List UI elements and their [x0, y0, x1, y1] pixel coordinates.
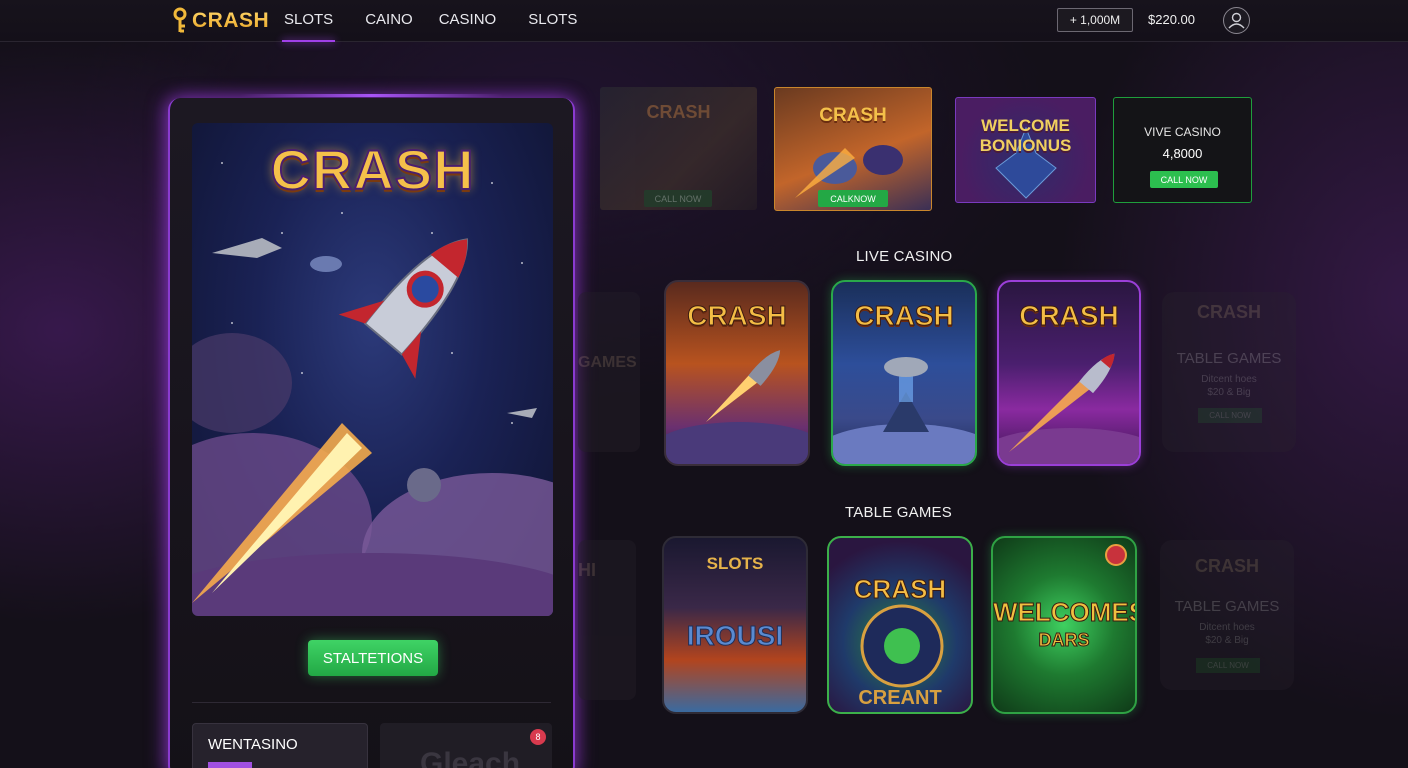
top-bar: CRASH SLOTS CAINO CASINO SLOTS + 1,000M …	[0, 0, 1408, 42]
featured-play-button[interactable]: STALTETIONS	[308, 640, 438, 676]
card-title: CRASH	[853, 574, 947, 605]
promo-button[interactable]: CALL NOW	[1150, 171, 1218, 188]
nav-caino[interactable]: CAINO	[363, 0, 415, 42]
promo-title-line1: WELCOME	[981, 116, 1070, 135]
mini-card-game[interactable]: Gleach 8	[380, 723, 552, 768]
section-title-live-casino: LIVE CASINO	[856, 248, 953, 265]
live-card-ghost[interactable]: CRASH TABLE GAMES Ditcent hoes $20 & Big…	[1162, 292, 1296, 452]
ghost-line: Ditcent hoes	[1201, 374, 1257, 385]
balance-amount: $220.00	[1148, 12, 1195, 27]
deposit-button[interactable]: + 1,000M	[1057, 8, 1133, 32]
promo-title: WELCOME BONIONUS	[956, 116, 1095, 156]
user-icon	[1228, 12, 1245, 29]
mini-card-casino[interactable]: WENTASINO	[192, 723, 368, 768]
card-title: SLOTS	[706, 554, 764, 573]
mini-card-label: WENTASINO	[208, 736, 298, 753]
panel-divider	[192, 702, 551, 703]
ghost-title: CRASH	[1194, 556, 1259, 576]
nav-slots[interactable]: SLOTS	[282, 0, 336, 42]
edge-card-table[interactable]: HI	[578, 540, 636, 700]
table-card-welcomes[interactable]: WELCOMES DARS	[991, 536, 1137, 714]
ghost-line-2: $20 & Big	[1207, 387, 1251, 398]
promo-button[interactable]: CALL NOW	[644, 190, 712, 207]
user-avatar[interactable]	[1223, 7, 1250, 34]
card-subtitle: IROUSI	[686, 620, 784, 652]
promo-card-crash-faded[interactable]: CRASH CALL NOW	[600, 87, 757, 210]
card-title-line1: WELCOMES	[993, 597, 1137, 627]
promo-card-live-casino[interactable]: VIVE CASINO 4,8000 CALL NOW	[1113, 97, 1252, 203]
featured-game-art[interactable]: CRASH	[192, 123, 553, 616]
mini-card-progress	[208, 762, 252, 768]
ghost-title: CRASH	[1196, 302, 1261, 322]
nav-slots-2[interactable]: SLOTS	[526, 0, 579, 42]
live-card-crash-1[interactable]: CRASH	[664, 280, 810, 466]
featured-panel: CRASH STALTETIONS WENTASINO Gleach 8	[168, 94, 575, 768]
logo-text: CRASH	[192, 9, 270, 32]
notification-badge: 8	[530, 729, 546, 745]
hot-badge-icon	[1105, 544, 1127, 566]
promo-button[interactable]: CALKNOW	[818, 190, 888, 207]
ghost-subtitle: TABLE GAMES	[1174, 598, 1280, 615]
ghost-line: Ditcent hoes	[1199, 622, 1255, 633]
card-title: CRASH	[1019, 300, 1120, 332]
edge-card-text: HI	[578, 560, 596, 580]
ghost-button[interactable]: CALL NOW	[1196, 658, 1260, 673]
card-title: CRASH	[687, 300, 788, 332]
main-nav: SLOTS CAINO CASINO SLOTS	[282, 0, 607, 42]
edge-card-text: GAMES	[578, 354, 637, 371]
table-card-ghost[interactable]: CRASH TABLE GAMES Ditcent hoes $20 & Big…	[1160, 540, 1294, 690]
live-card-crash-2[interactable]: CRASH	[831, 280, 977, 466]
promo-title: CRASH	[646, 102, 711, 122]
promo-amount: 4,8000	[1162, 146, 1203, 161]
section-title-table-games: TABLE GAMES	[845, 504, 952, 521]
mini-card-ghost-text: Gleach	[420, 747, 521, 768]
promo-title: VIVE CASINO	[1144, 125, 1221, 139]
ghost-line-2: $20 & Big	[1205, 635, 1249, 646]
table-card-crash-wheel[interactable]: CRASH CREANT	[827, 536, 973, 714]
live-card-crash-3[interactable]: CRASH	[997, 280, 1141, 466]
card-title: WELCOMES DARS	[993, 598, 1135, 654]
featured-game-title: CRASH	[269, 137, 475, 202]
logo-key-icon	[173, 7, 187, 33]
edge-card-live[interactable]: GAMES	[578, 292, 640, 452]
card-subtitle: CREANT	[858, 687, 942, 709]
promo-title-line2: BONIONUS	[979, 136, 1072, 155]
ghost-button[interactable]: CALL NOW	[1198, 408, 1262, 423]
card-title: CRASH	[854, 300, 955, 332]
ghost-subtitle: TABLE GAMES	[1176, 350, 1282, 367]
logo[interactable]: CRASH	[172, 4, 269, 38]
promo-card-welcome-bonus[interactable]: WELCOME BONIONUS	[955, 97, 1096, 203]
card-title-line2: DARS	[1038, 630, 1090, 651]
table-card-slots[interactable]: SLOTS IROUSI	[662, 536, 808, 714]
nav-casino[interactable]: CASINO	[437, 0, 499, 42]
promo-card-crash[interactable]: CRASH CALKNOW	[774, 87, 932, 211]
